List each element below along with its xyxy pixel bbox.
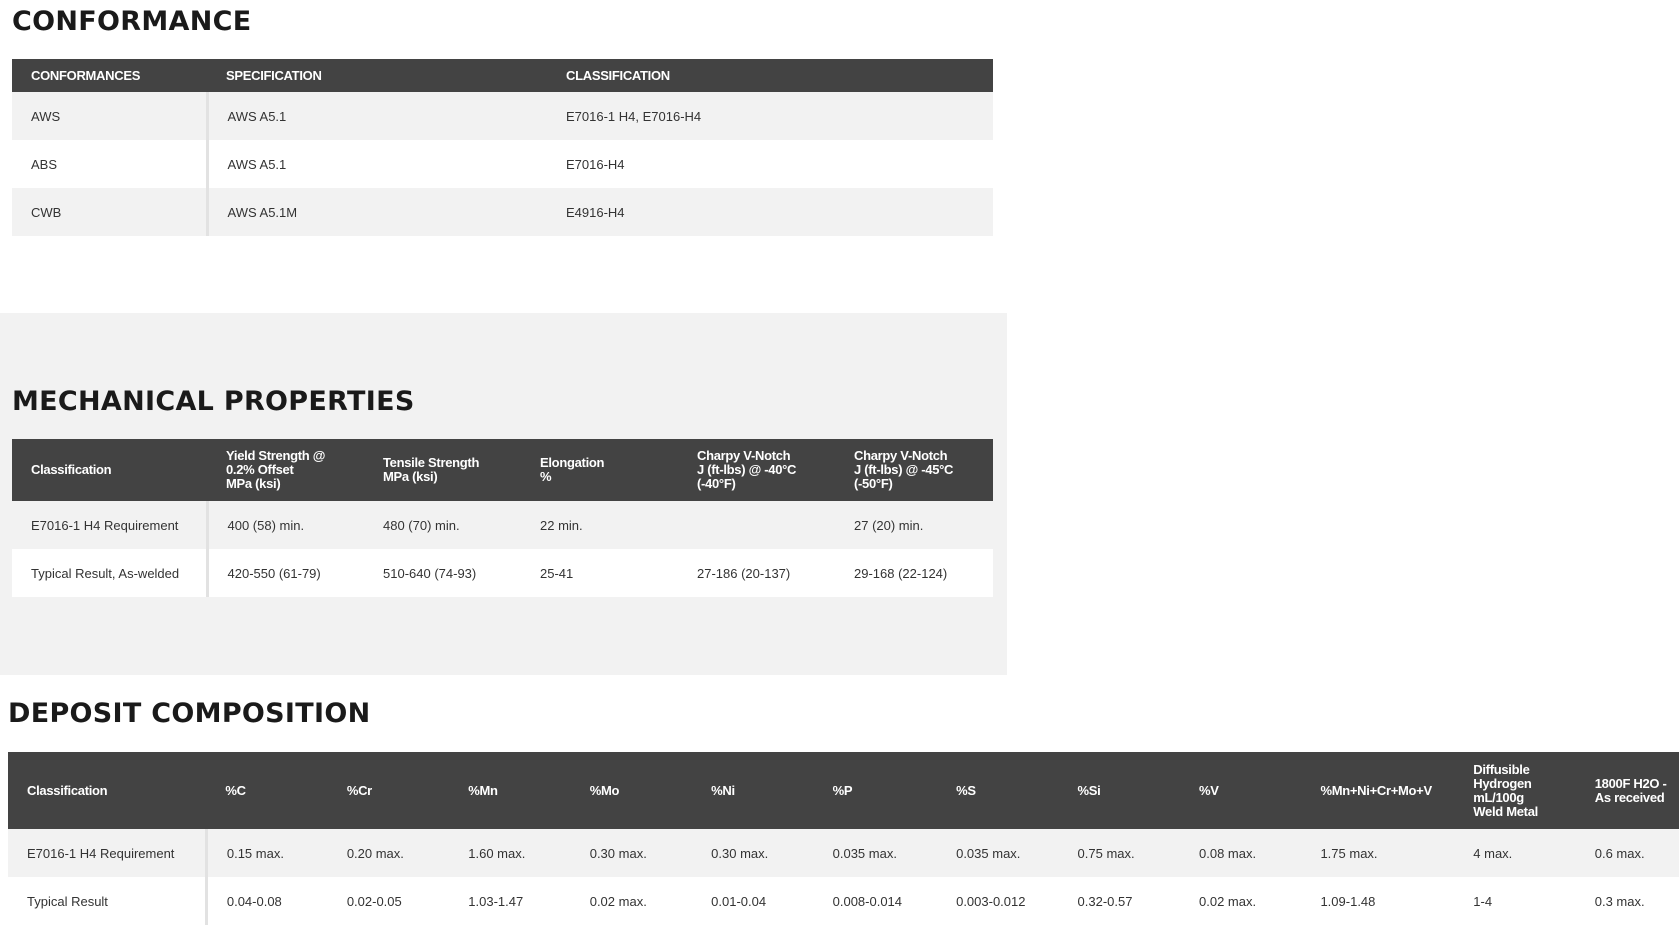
deposit-header-cell: 1800F H2O - As received [1575,752,1679,829]
table-cell [678,501,835,549]
table-cell: AWS A5.1M [207,188,547,236]
table-cell: E4916-H4 [547,188,993,236]
table-cell: 0.6 max. [1575,829,1679,877]
deposit-header-cell: %Mn [449,752,571,829]
table-cell: E7016-1 H4, E7016-H4 [547,92,993,140]
deposit-title: DEPOSIT COMPOSITION [8,698,371,729]
table-cell: AWS A5.1 [207,92,547,140]
conformance-header-row: CONFORMANCES SPECIFICATION CLASSIFICATION [12,59,993,92]
conformance-header-cell: SPECIFICATION [207,59,547,92]
mechanical-properties-table: Classification Yield Strength @0.2% Offse… [12,439,993,597]
table-cell: 0.035 max. [937,829,1059,877]
table-cell: 0.035 max. [813,829,938,877]
table-cell: E7016-H4 [547,140,993,188]
deposit-header-cell: %Mn+Ni+Cr+Mo+V [1301,752,1455,829]
table-cell: 27 (20) min. [835,501,993,549]
table-cell: 0.30 max. [692,829,814,877]
deposit-header-cell: %P [813,752,938,829]
mechanical-header-cell: Charpy V-Notch J (ft-lbs) @ -40°C (-40°F) [678,439,835,501]
deposit-header-cell: %V [1180,752,1302,829]
mechanical-header-cell: Elongation% [521,439,678,501]
table-cell: 510-640 (74-93) [364,549,521,597]
table-row: CWB AWS A5.1M E4916-H4 [12,188,993,236]
table-cell: 1-4 [1454,877,1576,925]
table-row: AWS AWS A5.1 E7016-1 H4, E7016-H4 [12,92,993,140]
table-cell: AWS [12,92,209,140]
table-cell: 0.75 max. [1058,829,1180,877]
table-cell: 4 max. [1454,829,1576,877]
table-row: E7016-1 H4 Requirement 0.15 max. 0.20 max.… [8,829,1679,877]
table-cell: 0.20 max. [327,829,450,877]
table-cell: 0.30 max. [570,829,693,877]
deposit-header-cell: %Cr [327,752,450,829]
table-cell: CWB [12,188,209,236]
conformance-title: CONFORMANCE [12,6,252,37]
conformance-table: CONFORMANCES SPECIFICATION CLASSIFICATION … [12,59,995,236]
table-row: ABS AWS A5.1 E7016-H4 [12,140,993,188]
table-cell: 0.02 max. [570,877,693,925]
mechanical-header-cell: Tensile Strength MPa (ksi) [364,439,521,501]
table-cell: 27-186 (20-137) [678,549,835,597]
table-cell: 25-41 [521,549,678,597]
deposit-header-cell: %Si [1058,752,1180,829]
table-cell: 1.03-1.47 [449,877,571,925]
table-cell: 29-168 (22-124) [835,549,993,597]
table-cell: 0.008-0.014 [813,877,938,925]
table-cell: 0.02-0.05 [327,877,450,925]
mechanical-header-row: Classification Yield Strength @0.2% Offse… [12,439,993,501]
table-row: E7016-1 H4 Requirement 400 (58) min. 480 (… [12,501,993,549]
deposit-header-cell: %Mo [570,752,693,829]
deposit-header-cell: %S [937,752,1059,829]
table-cell: 0.15 max. [206,829,328,877]
table-row: Typical Result 0.04-0.08 0.02-0.05 1.03-1.4… [8,877,1679,925]
table-cell: 0.01-0.04 [692,877,814,925]
mechanical-header-cell: Charpy V-Notch J (ft-lbs) @ -45°C (-50°F) [835,439,993,501]
conformance-header-cell: CONFORMANCES [12,59,207,92]
table-cell: 480 (70) min. [364,501,521,549]
deposit-header-cell: %Ni [692,752,814,829]
deposit-header-cell: Diffusible Hydrogen mL/100g Weld Metal [1454,752,1576,829]
table-cell: E7016-1 H4 Requirement [8,829,208,877]
mechanical-header-cell: Yield Strength @0.2% Offset MPa (ksi) [207,439,364,501]
table-row: Typical Result, As-welded 420-550 (61-79)… [12,549,993,597]
table-cell: 0.04-0.08 [206,877,328,925]
deposit-header-row: Classification %C %Cr %Mn %Mo %Ni %P %S %Si %V %Mn… [8,752,1679,829]
table-cell: 0.003-0.012 [937,877,1059,925]
table-cell: 0.08 max. [1180,829,1302,877]
table-cell: AWS A5.1 [207,140,547,188]
deposit-header-cell: Classification [8,752,207,829]
deposit-composition-table: Classification %C %Cr %Mn %Mo %Ni %P %S %Si %V %Mn… [8,752,1679,925]
conformance-header-cell: CLASSIFICATION [547,59,993,92]
table-cell: 400 (58) min. [207,501,364,549]
table-cell: Typical Result [8,877,208,925]
table-cell: 22 min. [521,501,678,549]
table-cell: Typical Result, As-welded [12,549,209,597]
table-cell: 0.3 max. [1575,877,1679,925]
table-cell: 0.02 max. [1180,877,1302,925]
mechanical-header-cell: Classification [12,439,207,501]
table-cell: 420-550 (61-79) [207,549,364,597]
table-cell: 0.32-0.57 [1058,877,1180,925]
mechanical-title: MECHANICAL PROPERTIES [12,386,415,417]
table-cell: 1.75 max. [1301,829,1455,877]
table-cell: 1.09-1.48 [1301,877,1455,925]
deposit-header-cell: %C [206,752,328,829]
table-cell: E7016-1 H4 Requirement [12,501,209,549]
table-cell: 1.60 max. [449,829,571,877]
table-cell: ABS [12,140,209,188]
